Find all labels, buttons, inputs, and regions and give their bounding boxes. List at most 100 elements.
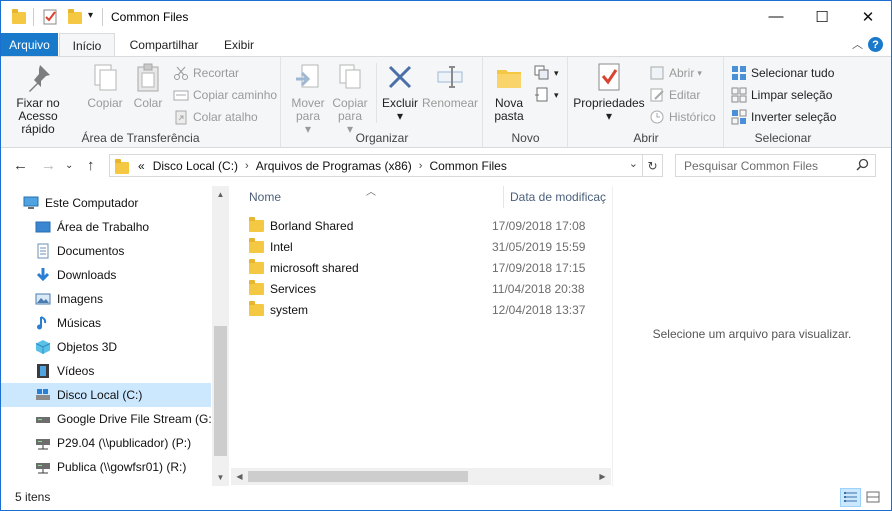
- chevron-right-icon[interactable]: ›: [416, 160, 426, 172]
- cut-button[interactable]: Recortar: [173, 63, 239, 83]
- breadcrumb-overflow[interactable]: «: [130, 159, 149, 173]
- paste-button[interactable]: Colar: [129, 61, 167, 110]
- edit-button[interactable]: Editar: [649, 85, 700, 105]
- address-bar[interactable]: « Disco Local (C:) › Arquivos de Program…: [109, 154, 663, 177]
- nav-item-documents[interactable]: Documentos: [1, 239, 211, 263]
- address-dropdown-icon[interactable]: ⌄: [629, 157, 638, 170]
- nav-item-google-drive[interactable]: Google Drive File Stream (G:): [1, 407, 216, 431]
- scroll-right-icon[interactable]: ▶: [594, 468, 611, 485]
- scroll-thumb[interactable]: [214, 326, 227, 456]
- large-icons-view-icon: [866, 491, 880, 503]
- nav-item-downloads[interactable]: Downloads: [1, 263, 211, 287]
- table-row[interactable]: Intel 31/05/2019 15:59: [249, 236, 611, 257]
- table-row[interactable]: Borland Shared 17/09/2018 17:08: [249, 215, 611, 236]
- new-folder-quick-icon[interactable]: [67, 8, 83, 26]
- move-to-button[interactable]: Mover para ▾: [288, 61, 328, 136]
- easy-access-button[interactable]: ▾: [534, 85, 559, 105]
- breadcrumb-item[interactable]: Common Files: [425, 159, 510, 173]
- large-icons-view-button[interactable]: [863, 488, 884, 507]
- help-icon[interactable]: ?: [868, 37, 883, 52]
- scroll-down-icon[interactable]: ▼: [212, 469, 229, 486]
- history-button[interactable]: Histórico: [649, 107, 716, 127]
- breadcrumb-item[interactable]: Arquivos de Programas (x86): [252, 159, 416, 173]
- column-separator[interactable]: [503, 186, 504, 208]
- breadcrumb-item[interactable]: Disco Local (C:): [149, 159, 242, 173]
- documents-icon: [35, 243, 51, 259]
- nav-item-network-p[interactable]: P29.04 (\\publicador) (P:): [1, 431, 211, 455]
- nav-vertical-scrollbar[interactable]: ▲ ▼: [212, 186, 229, 486]
- copy-path-button[interactable]: Copiar caminho: [173, 85, 277, 105]
- folder-icon: [114, 158, 130, 174]
- folder-icon: [249, 216, 264, 232]
- table-row[interactable]: Services 11/04/2018 20:38: [249, 278, 611, 299]
- refresh-icon[interactable]: ↻: [642, 155, 662, 176]
- open-group-label: Abrir: [633, 131, 659, 145]
- network-drive-icon: [35, 435, 51, 451]
- nav-item-music[interactable]: Músicas: [1, 311, 211, 335]
- title-bar: ▾ Common Files — ☐ ✕: [1, 1, 891, 32]
- select-group: Selecionar tudo Limpar seleção Inverter …: [725, 57, 841, 147]
- network-drive-icon: [35, 459, 51, 475]
- nav-item-pictures[interactable]: Imagens: [1, 287, 211, 311]
- copy-to-button[interactable]: Copiar para ▾: [330, 61, 370, 136]
- details-view-button[interactable]: [840, 488, 861, 507]
- tab-home[interactable]: Início: [59, 33, 115, 57]
- nav-item-network-r[interactable]: Publica (\\gowfsr01) (R:): [1, 455, 211, 479]
- scroll-up-icon[interactable]: ▲: [212, 186, 229, 203]
- properties-quick-icon[interactable]: [43, 8, 59, 26]
- nav-item-desktop[interactable]: Área de Trabalho: [1, 215, 211, 239]
- paste-shortcut-button[interactable]: Colar atalho: [173, 107, 258, 127]
- computer-icon: [23, 195, 39, 211]
- maximize-button[interactable]: ☐: [799, 1, 845, 32]
- pin-quick-access-button[interactable]: Fixar no Acesso rápido: [7, 61, 69, 136]
- table-row[interactable]: system 12/04/2018 13:37: [249, 299, 611, 320]
- copy-to-icon: [334, 61, 366, 93]
- search-input[interactable]: Pesquisar Common Files: [675, 154, 876, 177]
- properties-button[interactable]: Propriedades ▾: [573, 61, 645, 123]
- new-folder-button[interactable]: Nova pasta: [488, 61, 530, 123]
- column-header-name[interactable]: Nome: [249, 186, 281, 208]
- tab-file[interactable]: Arquivo: [1, 33, 58, 56]
- open-button[interactable]: Abrir ▾: [649, 63, 702, 83]
- clipboard-group: Fixar no Acesso rápido Copiar Colar Reco…: [1, 57, 281, 147]
- window-title: Common Files: [111, 10, 189, 24]
- tab-view[interactable]: Exibir: [213, 33, 265, 56]
- copy-button[interactable]: Copiar: [85, 61, 125, 110]
- clipboard-group-label: Área de Transferência: [81, 131, 200, 145]
- delete-button[interactable]: Excluir ▾: [380, 61, 420, 123]
- nav-item-3d-objects[interactable]: Objetos 3D: [1, 335, 211, 359]
- tab-share[interactable]: Compartilhar: [121, 33, 207, 56]
- back-arrow-icon[interactable]: ←: [13, 157, 28, 174]
- column-header-date[interactable]: Data de modificaç: [510, 186, 611, 208]
- collapse-ribbon-icon[interactable]: ︿: [852, 36, 863, 52]
- new-item-button[interactable]: ▾: [534, 63, 559, 83]
- drive-icon: [35, 411, 51, 427]
- scroll-thumb[interactable]: [248, 471, 468, 482]
- recent-locations-icon[interactable]: ⌄: [65, 160, 73, 171]
- music-icon: [35, 315, 51, 331]
- close-button[interactable]: ✕: [845, 1, 891, 32]
- chevron-right-icon[interactable]: ›: [242, 160, 252, 172]
- search-icon[interactable]: [856, 158, 869, 174]
- select-all-button[interactable]: Selecionar tudo: [731, 63, 834, 83]
- delete-x-icon: [384, 61, 416, 93]
- minimize-button[interactable]: —: [753, 1, 799, 32]
- table-row[interactable]: microsoft shared 17/09/2018 17:15: [249, 257, 611, 278]
- select-none-button[interactable]: Limpar seleção: [731, 85, 832, 105]
- forward-arrow-icon[interactable]: →: [41, 157, 56, 174]
- nav-item-local-disk[interactable]: Disco Local (C:): [1, 383, 211, 407]
- nav-item-this-pc[interactable]: Este Computador: [1, 191, 211, 215]
- rename-button[interactable]: Renomear: [422, 61, 478, 110]
- up-arrow-icon[interactable]: ↑: [87, 157, 95, 174]
- scroll-left-icon[interactable]: ◀: [231, 468, 248, 485]
- sort-ascending-icon: ︿: [366, 187, 376, 198]
- folder-icon: [249, 258, 264, 274]
- nav-item-videos[interactable]: Vídeos: [1, 359, 211, 383]
- search-placeholder: Pesquisar Common Files: [684, 158, 819, 173]
- status-bar: 5 itens: [1, 486, 891, 510]
- downloads-icon: [35, 267, 51, 283]
- invert-selection-button[interactable]: Inverter seleção: [731, 107, 836, 127]
- desktop-icon: [35, 219, 51, 235]
- customize-quick-access-icon[interactable]: ▾: [88, 10, 93, 28]
- file-list-horizontal-scrollbar[interactable]: ◀ ▶: [231, 468, 611, 485]
